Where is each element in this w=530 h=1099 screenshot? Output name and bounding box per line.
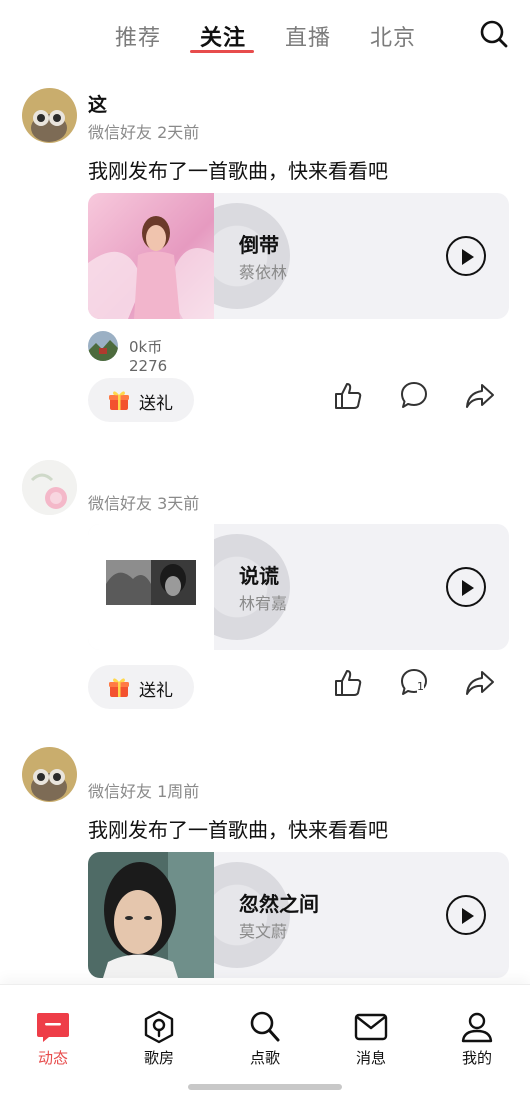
post-meta: 微信好友 2天前 [88,123,200,142]
action-row: 送礼 [88,378,509,422]
nav-label: 歌房 [143,1049,174,1067]
room-icon [144,1010,174,1044]
nav-item-messages[interactable]: 消息 [331,995,411,1067]
gift-label: 送礼 [139,394,173,414]
active-tab-indicator [190,50,254,53]
tab-recommend[interactable]: 推荐 [115,20,161,52]
play-button[interactable] [446,236,486,276]
avatar[interactable] [22,747,77,802]
gift-icon [109,678,129,697]
top-tab-bar: 推荐 关注 直播 北京 [0,0,530,70]
share-icon[interactable] [464,667,496,699]
nav-label: 点歌 [249,1049,280,1067]
song-card[interactable]: 倒带 蔡依林 [88,193,509,319]
nav-item-room[interactable]: 歌房 [119,995,199,1067]
song-title: 说谎 [239,564,279,588]
post-caption: 我刚发布了一首歌曲，快来看看吧 [88,159,388,183]
bottom-nav: 动态 歌房 点歌 消息 我的 [0,984,530,1099]
search-song-icon [250,1011,280,1042]
tab-live[interactable]: 直播 [285,20,331,52]
search-icon [480,20,508,48]
comment-icon[interactable] [398,379,430,411]
feed-icon [37,1013,69,1042]
nav-item-feed[interactable]: 动态 [13,995,93,1067]
gift-icon [109,391,129,410]
message-icon [354,1013,388,1041]
profile-icon [461,1012,493,1043]
nav-label: 消息 [355,1049,386,1067]
avatar[interactable] [22,460,77,515]
gift-button[interactable]: 送礼 [88,665,194,709]
nav-label: 动态 [37,1049,68,1067]
nav-item-profile[interactable]: 我的 [437,995,517,1067]
song-title: 忽然之间 [239,892,319,916]
song-artist: 林宥嘉 [239,594,288,613]
like-icon[interactable] [332,667,364,699]
nav-label: 我的 [461,1049,492,1067]
song-card[interactable]: 说谎 林宥嘉 [88,524,509,650]
comment-count: 1 [417,680,424,693]
album-cover [88,524,214,650]
song-title: 倒带 [239,233,279,257]
song-card[interactable]: 忽然之间 莫文蔚 [88,852,509,978]
comment-icon [401,669,427,695]
nav-item-song-search[interactable]: 点歌 [225,995,305,1067]
song-artist: 莫文蔚 [239,922,288,941]
home-indicator[interactable] [188,1084,342,1090]
album-cover [88,852,214,978]
share-icon[interactable] [464,380,496,412]
play-button[interactable] [446,567,486,607]
post-caption: 我刚发布了一首歌曲，快来看看吧 [88,818,388,842]
search-button[interactable] [478,18,510,50]
avatar[interactable] [22,88,77,143]
comment-button[interactable]: 1 [398,666,430,698]
like-icon[interactable] [332,380,364,412]
action-row: 送礼 1 [88,665,509,709]
gift-label: 送礼 [139,681,173,701]
album-cover [88,193,214,319]
gifter-avatar [88,331,118,361]
gift-button[interactable]: 送礼 [88,378,194,422]
post-meta: 微信好友 1周前 [88,782,200,801]
tab-following[interactable]: 关注 [200,20,246,52]
tab-city[interactable]: 北京 [370,20,416,52]
post-meta: 微信好友 3天前 [88,494,200,513]
username[interactable]: 这 [88,90,107,117]
play-button[interactable] [446,895,486,935]
song-artist: 蔡依林 [239,263,288,282]
